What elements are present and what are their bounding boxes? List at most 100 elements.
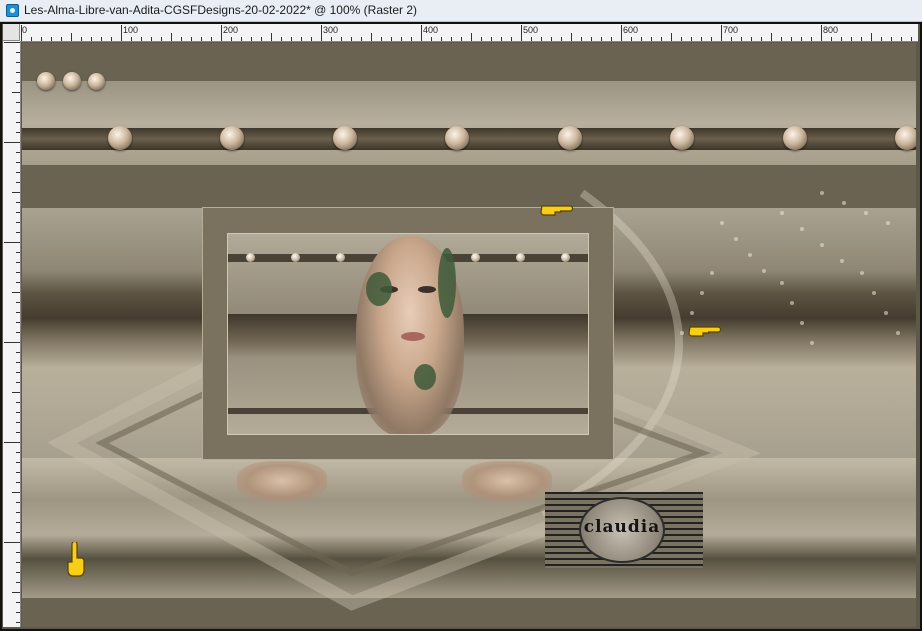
- reflection-image: [237, 461, 327, 501]
- ruler-tick: [16, 472, 20, 473]
- ruler-tick: [341, 37, 342, 41]
- ruler-tick: [231, 37, 232, 41]
- ruler-tick: [421, 25, 422, 41]
- stud-ornament: [670, 126, 694, 150]
- ruler-tick: [171, 33, 172, 41]
- stud-ornament: [561, 253, 570, 262]
- ruler-tick: [841, 37, 842, 41]
- ruler-tick: [501, 37, 502, 41]
- ruler-tick: [461, 37, 462, 41]
- ruler-tick: [16, 322, 20, 323]
- ruler-tick: [321, 25, 322, 41]
- ruler-tick: [651, 37, 652, 41]
- ruler-tick: [621, 25, 622, 41]
- ruler-tick: [16, 552, 20, 553]
- ruler-tick: [12, 392, 20, 393]
- ruler-tick: [151, 37, 152, 41]
- ruler-tick: [471, 33, 472, 41]
- leaf-decoration: [366, 272, 392, 306]
- canvas-artwork[interactable]: claudia: [22, 43, 916, 627]
- ruler-tick: [16, 122, 20, 123]
- ruler-tick: [351, 37, 352, 41]
- ruler-tick: [731, 37, 732, 41]
- ruler-tick: [801, 37, 802, 41]
- portrait-eye: [418, 286, 436, 293]
- ruler-tick: [51, 37, 52, 41]
- ruler-tick: [16, 482, 20, 483]
- ruler-tick: [241, 37, 242, 41]
- ruler-tick: [16, 212, 20, 213]
- ruler-tick: [16, 302, 20, 303]
- ruler-tick: [12, 292, 20, 293]
- stud-ornament: [291, 253, 300, 262]
- stud-ornament: [471, 253, 480, 262]
- title-bar: Les-Alma-Libre-van-Adita-CGSFDesigns-20-…: [0, 0, 922, 22]
- ruler-tick: [401, 37, 402, 41]
- ruler-tick: [711, 37, 712, 41]
- ruler-tick: [311, 37, 312, 41]
- ruler-tick: [441, 37, 442, 41]
- ruler-tick: [16, 372, 20, 373]
- reflection-image: [462, 461, 552, 501]
- ruler-tick: [571, 33, 572, 41]
- watermark-text: claudia: [583, 517, 661, 537]
- ruler-tick: [741, 37, 742, 41]
- ruler-tick: [481, 37, 482, 41]
- ruler-tick: [16, 432, 20, 433]
- leaf-decoration: [438, 248, 456, 318]
- ruler-tick: [16, 202, 20, 203]
- ruler-tick: [121, 25, 122, 41]
- window-title: Les-Alma-Libre-van-Adita-CGSFDesigns-20-…: [24, 3, 418, 17]
- ruler-label-400: 400: [423, 25, 439, 35]
- ruler-label-300: 300: [323, 25, 339, 35]
- ruler-tick: [521, 25, 522, 41]
- ruler-tick: [21, 25, 22, 41]
- ruler-tick: [4, 142, 20, 143]
- ruler-tick: [71, 33, 72, 41]
- stud-ornament: [516, 253, 525, 262]
- stud-ornament: [333, 126, 357, 150]
- ruler-tick: [371, 33, 372, 41]
- ruler-tick: [451, 37, 452, 41]
- ruler-tick: [16, 412, 20, 413]
- ruler-tick: [16, 312, 20, 313]
- ruler-tick: [16, 272, 20, 273]
- ruler-tick: [4, 242, 20, 243]
- ruler-tick: [111, 37, 112, 41]
- ruler-tick: [16, 72, 20, 73]
- ruler-tick: [411, 37, 412, 41]
- ruler-tick: [581, 37, 582, 41]
- ruler-tick: [31, 37, 32, 41]
- ruler-label-0: 0: [22, 25, 28, 35]
- ruler-tick: [131, 37, 132, 41]
- ruler-tick: [16, 172, 20, 173]
- ruler-tick: [16, 532, 20, 533]
- ruler-corner: [3, 24, 20, 41]
- ruler-tick: [16, 462, 20, 463]
- ruler-tick: [101, 37, 102, 41]
- app-icon: [6, 4, 19, 17]
- ruler-tick: [641, 37, 642, 41]
- ruler-tick: [16, 362, 20, 363]
- ruler-tick: [4, 442, 20, 443]
- stud-ornament: [37, 72, 55, 90]
- ruler-tick: [161, 37, 162, 41]
- ruler-tick: [181, 37, 182, 41]
- ruler-tick: [16, 222, 20, 223]
- ruler-tick: [16, 112, 20, 113]
- ruler-tick: [12, 92, 20, 93]
- ruler-tick: [781, 37, 782, 41]
- stud-ornament: [783, 126, 807, 150]
- ruler-tick: [16, 252, 20, 253]
- ruler-tick: [16, 352, 20, 353]
- stud-ornament: [895, 126, 916, 150]
- ruler-tick: [16, 402, 20, 403]
- stud-ornament: [246, 253, 255, 262]
- ruler-label-200: 200: [223, 25, 239, 35]
- ruler-tick: [16, 572, 20, 573]
- ruler-label-700: 700: [723, 25, 739, 35]
- horizontal-ruler[interactable]: 0 100 200 300 400 500 600 700 800: [20, 24, 918, 42]
- ruler-tick: [16, 52, 20, 53]
- vertical-ruler[interactable]: [3, 41, 21, 627]
- ruler-tick: [16, 232, 20, 233]
